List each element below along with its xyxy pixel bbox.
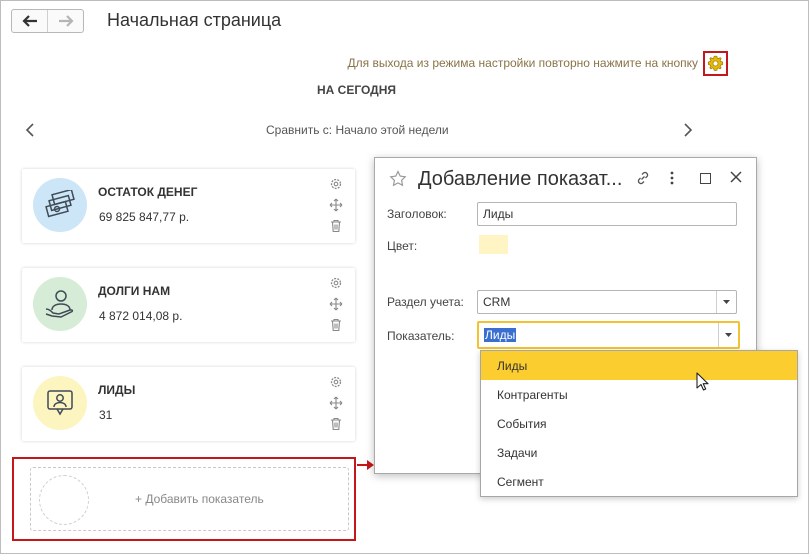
arrow-left-icon bbox=[21, 15, 37, 27]
more-icon[interactable] bbox=[670, 171, 674, 185]
tile-value: 69 825 847,77 р. bbox=[99, 210, 190, 224]
mouse-cursor-icon bbox=[696, 372, 709, 391]
history-navigation bbox=[11, 9, 84, 33]
indicator-label: Показатель: bbox=[387, 329, 455, 343]
gear-icon[interactable] bbox=[329, 177, 343, 191]
pointer-arrow-icon bbox=[357, 460, 374, 470]
star-icon[interactable] bbox=[389, 170, 407, 188]
section-select[interactable]: CRM bbox=[477, 290, 737, 314]
dropdown-arrow-icon[interactable] bbox=[718, 323, 738, 347]
chevron-left-icon bbox=[25, 123, 34, 137]
trash-icon[interactable] bbox=[329, 219, 343, 233]
heading-label: Заголовок: bbox=[387, 207, 447, 221]
gear-icon[interactable] bbox=[329, 375, 343, 389]
color-label: Цвет: bbox=[387, 239, 418, 253]
dropdown-option[interactable]: События bbox=[481, 409, 797, 438]
add-indicator-label: + Добавить показатель bbox=[135, 492, 264, 506]
indicator-select-value: Лиды bbox=[484, 328, 517, 342]
move-icon[interactable] bbox=[329, 198, 343, 212]
previous-period-button[interactable] bbox=[22, 120, 38, 140]
tile-tools bbox=[329, 276, 343, 332]
forward-button[interactable] bbox=[47, 10, 83, 32]
tile-value: 4 872 014,08 р. bbox=[99, 309, 183, 323]
close-icon[interactable] bbox=[729, 170, 743, 184]
dialog-title: Добавление показат... bbox=[418, 168, 623, 190]
trash-icon[interactable] bbox=[329, 318, 343, 332]
indicator-tile-leads[interactable]: ЛИДЫ 31 bbox=[22, 367, 355, 441]
dropdown-option[interactable]: Задачи bbox=[481, 438, 797, 467]
indicator-tile-debts[interactable]: ДОЛГИ НАМ 4 872 014,08 р. bbox=[22, 268, 355, 342]
tile-tools bbox=[329, 375, 343, 431]
tile-tools bbox=[329, 177, 343, 233]
back-button[interactable] bbox=[12, 10, 47, 32]
lead-monitor-icon bbox=[33, 376, 87, 430]
tile-title: ОСТАТОК ДЕНЕГ bbox=[98, 185, 198, 199]
move-icon[interactable] bbox=[329, 297, 343, 311]
gear-icon[interactable] bbox=[329, 276, 343, 290]
tile-title: ДОЛГИ НАМ bbox=[98, 284, 171, 298]
settings-hint: Для выхода из режима настройки повторно … bbox=[347, 56, 698, 70]
trash-icon[interactable] bbox=[329, 417, 343, 431]
gear-icon bbox=[707, 55, 724, 71]
add-indicator-button[interactable]: + Добавить показатель bbox=[30, 467, 349, 531]
color-swatch[interactable] bbox=[479, 235, 508, 254]
indicator-dropdown-list: Лиды Контрагенты События Задачи Сегмент bbox=[480, 350, 798, 497]
add-placeholder-icon bbox=[39, 475, 89, 525]
indicator-tile-money[interactable]: ОСТАТОК ДЕНЕГ 69 825 847,77 р. bbox=[22, 169, 355, 243]
page-title: Начальная страница bbox=[107, 10, 282, 30]
next-period-button[interactable] bbox=[680, 120, 696, 140]
indicator-select[interactable]: Лиды bbox=[477, 321, 740, 349]
period-title: НА СЕГОДНЯ bbox=[317, 83, 396, 97]
tile-title: ЛИДЫ bbox=[98, 383, 136, 397]
section-select-value: CRM bbox=[483, 295, 511, 309]
dropdown-option[interactable]: Сегмент bbox=[481, 467, 797, 496]
section-label: Раздел учета: bbox=[387, 295, 464, 309]
link-icon[interactable] bbox=[635, 170, 651, 186]
heading-input[interactable]: Лиды bbox=[477, 202, 737, 226]
maximize-icon[interactable] bbox=[700, 173, 711, 184]
dropdown-option[interactable]: Лиды bbox=[481, 351, 797, 380]
money-stack-icon bbox=[33, 178, 87, 232]
person-hand-icon bbox=[33, 277, 87, 331]
tile-value: 31 bbox=[99, 408, 113, 422]
move-icon[interactable] bbox=[329, 396, 343, 410]
dropdown-arrow-icon[interactable] bbox=[716, 291, 736, 313]
arrow-right-icon bbox=[58, 15, 74, 27]
chevron-right-icon bbox=[684, 123, 693, 137]
compare-period-link[interactable]: Сравнить с: Начало этой недели bbox=[266, 123, 449, 137]
settings-button[interactable] bbox=[703, 51, 728, 76]
dropdown-option[interactable]: Контрагенты bbox=[481, 380, 797, 409]
